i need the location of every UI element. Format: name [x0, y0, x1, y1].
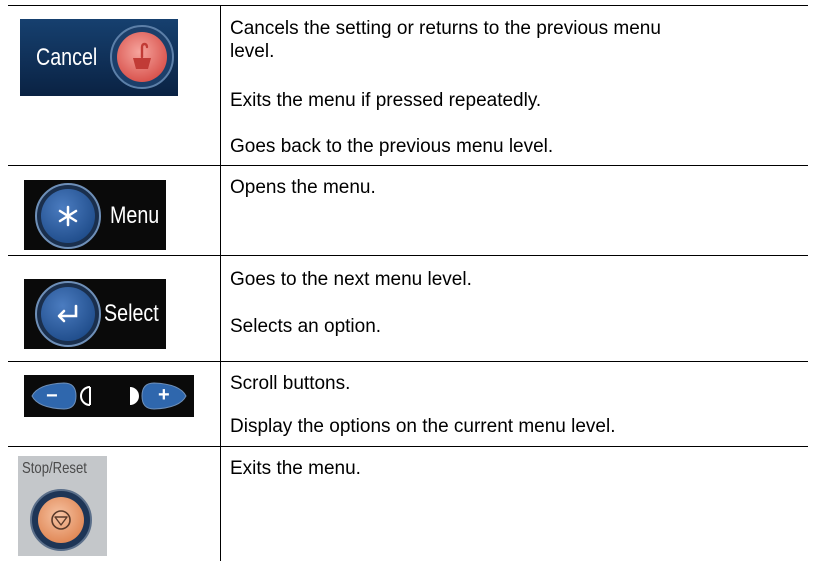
cancel-button-label: Cancel: [36, 44, 98, 71]
description-line: level.: [230, 41, 275, 62]
description-line: Opens the menu.: [230, 177, 376, 198]
table-top-border: [8, 5, 808, 6]
description-line: Selects an option.: [230, 316, 382, 337]
description-line: Goes to the next menu level.: [230, 269, 472, 290]
row-divider: [8, 361, 808, 362]
description-line: Cancels the setting or returns to the pr…: [230, 18, 661, 39]
description-line: Exits the menu if pressed repeatedly.: [230, 90, 542, 111]
select-button-image: Select: [24, 279, 166, 349]
row-divider: [8, 165, 808, 166]
menu-button-label: Menu: [110, 202, 160, 229]
cancel-button-image: Cancel: [20, 19, 178, 96]
row-divider: [8, 446, 808, 447]
row-divider: [8, 255, 808, 256]
description-line: Goes back to the previous menu level.: [230, 136, 554, 157]
column-divider: [220, 5, 221, 561]
description-line: Scroll buttons.: [230, 373, 351, 394]
scroll-plus-label: +: [158, 384, 170, 406]
scroll-minus-label: −: [46, 385, 58, 407]
description-line: Exits the menu.: [230, 458, 361, 479]
scroll-buttons-image: − +: [24, 375, 194, 417]
description-line: Display the options on the current menu …: [230, 416, 616, 437]
stop-reset-label: Stop/Reset: [22, 460, 87, 477]
button-description-table: Cancel Cancels the setting or returns to…: [0, 0, 818, 561]
select-button-label: Select: [104, 300, 159, 327]
stop-reset-button-image: Stop/Reset: [18, 456, 107, 556]
menu-button-image: Menu: [24, 180, 166, 250]
